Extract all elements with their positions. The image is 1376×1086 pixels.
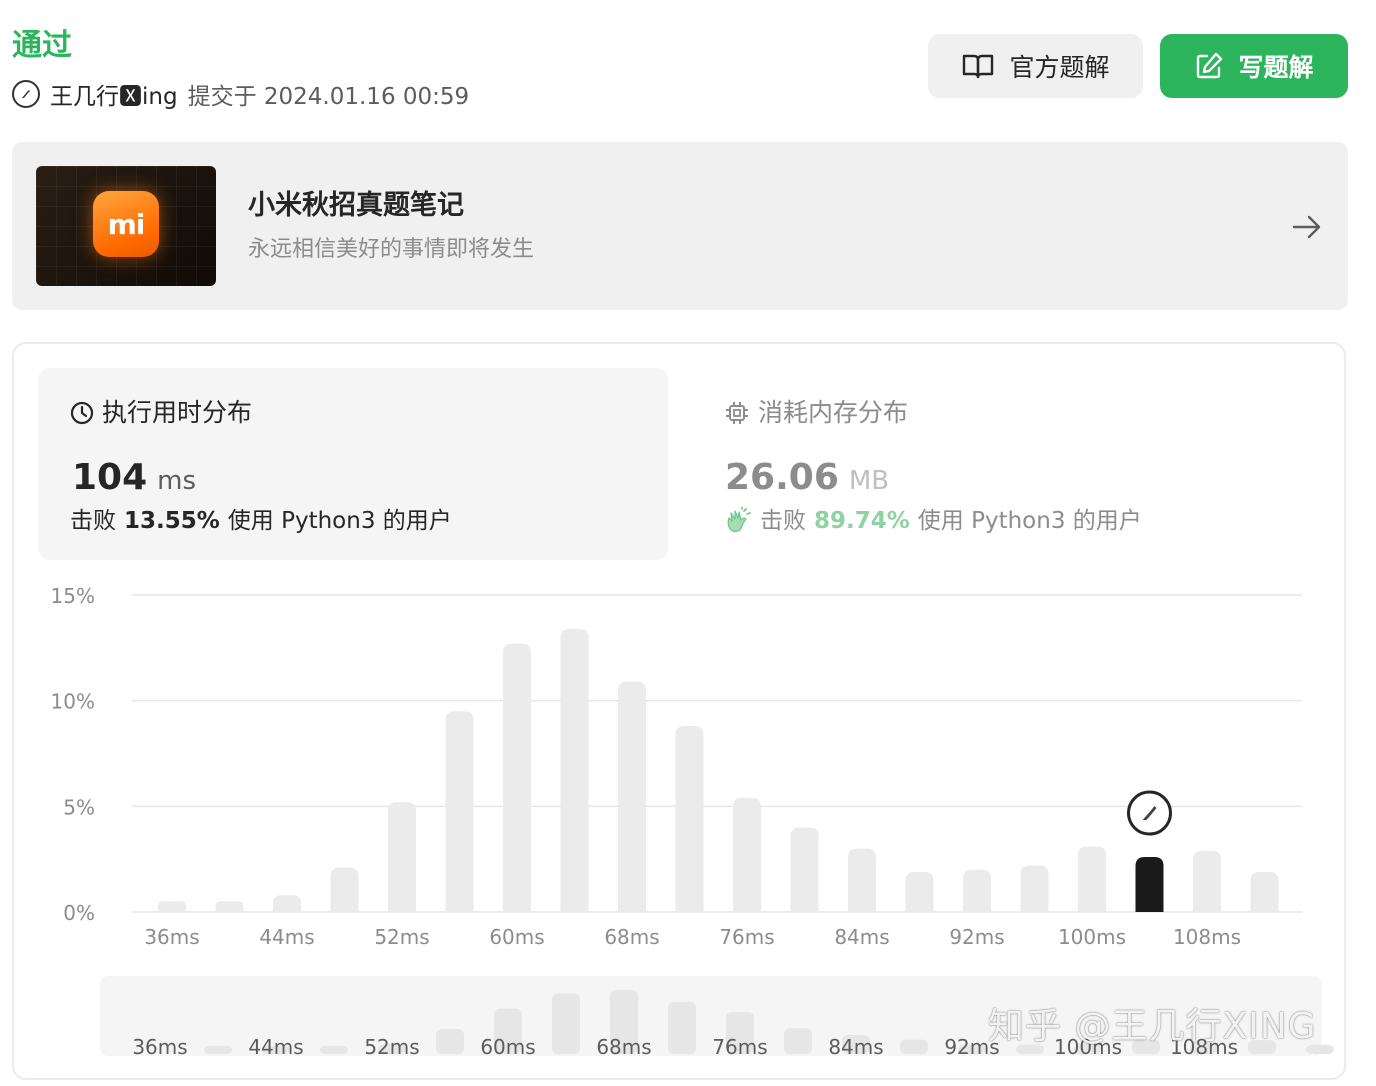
navigator-bar [436, 1029, 464, 1054]
bar [1078, 846, 1106, 912]
bar [158, 901, 186, 912]
bar [905, 871, 934, 912]
x-tick-label: 52ms [374, 925, 429, 949]
y-tick-label: 0% [63, 901, 95, 925]
bar [215, 901, 244, 912]
x-tick-label: 76ms [719, 925, 774, 949]
bar [963, 869, 991, 912]
y-tick-label: 15% [51, 584, 95, 608]
y-tick-label: 10% [51, 690, 95, 714]
navigator-bar [204, 1046, 232, 1054]
bar [273, 895, 301, 912]
bar [848, 848, 876, 912]
navigator-tick-label: 36ms [132, 1035, 187, 1059]
navigator-tick-label: 44ms [248, 1035, 303, 1059]
highlight-avatar-marker [1127, 790, 1172, 836]
navigator-tick-label: 76ms [712, 1035, 767, 1059]
bar-highlight [1135, 857, 1164, 912]
bar [675, 726, 704, 912]
bar [790, 827, 819, 912]
bar [503, 643, 531, 912]
x-tick-label: 84ms [834, 925, 889, 949]
watermark: 知乎 @王几行XING [988, 1006, 1317, 1047]
bar [330, 867, 359, 912]
navigator-bar [668, 1001, 696, 1054]
navigator-tick-label: 60ms [480, 1035, 535, 1059]
x-tick-label: 92ms [949, 925, 1004, 949]
bar [618, 681, 646, 912]
bar [1193, 850, 1221, 912]
navigator-bar [784, 1028, 812, 1054]
bar [1250, 871, 1279, 912]
x-tick-label: 68ms [604, 925, 659, 949]
bar [388, 802, 416, 912]
navigator-tick-label: 68ms [596, 1035, 651, 1059]
x-tick-label: 44ms [259, 925, 314, 949]
navigator-tick-label: 84ms [828, 1035, 883, 1059]
navigator-tick-label: 52ms [364, 1035, 419, 1059]
x-tick-label: 100ms [1058, 925, 1126, 949]
y-tick-label: 5% [63, 795, 95, 819]
navigator-bar [320, 1046, 348, 1054]
x-tick-label: 60ms [489, 925, 544, 949]
bar [560, 628, 589, 912]
bar [733, 797, 761, 912]
runtime-distribution-chart[interactable]: 0% 5% 10% 15% 36ms 44ms 52ms 60ms 68ms 76ms 84ms 92… [0, 0, 1376, 1086]
bar [1020, 865, 1049, 912]
x-tick-label: 36ms [144, 925, 199, 949]
bar [445, 711, 474, 912]
navigator-bar [552, 993, 580, 1054]
navigator-bar [900, 1039, 928, 1054]
x-tick-label: 108ms [1173, 925, 1241, 949]
